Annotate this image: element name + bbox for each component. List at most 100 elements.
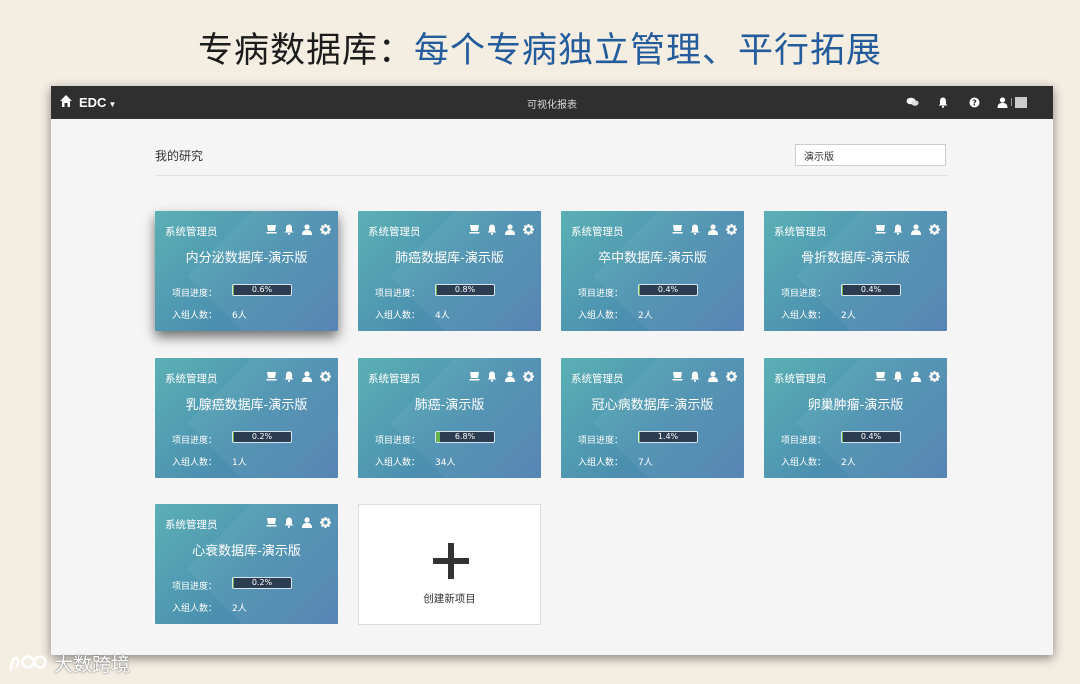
progress-bar: 0.8% xyxy=(435,284,495,296)
user-icon[interactable] xyxy=(504,223,516,235)
card-owner: 系统管理员 xyxy=(165,226,218,238)
progress-value: 0.2% xyxy=(251,578,273,587)
bell-icon[interactable] xyxy=(283,370,295,382)
card-owner: 系统管理员 xyxy=(774,373,827,385)
project-card[interactable]: 系统管理员 骨折数据库-演示版 项目进度： 0.4% 入组人数： 2人 xyxy=(764,211,947,331)
card-title[interactable]: 冠心病数据库-演示版 xyxy=(561,394,744,413)
card-title[interactable]: 卒中数据库-演示版 xyxy=(561,247,744,266)
members-label: 入组人数： xyxy=(781,311,827,321)
project-card[interactable]: 系统管理员 乳腺癌数据库-演示版 项目进度： 0.2% 入组人数： 1人 xyxy=(155,358,338,478)
card-actions xyxy=(468,223,534,235)
gear-icon[interactable] xyxy=(522,223,534,235)
user-icon[interactable] xyxy=(504,370,516,382)
user-icon[interactable] xyxy=(301,370,313,382)
help-icon[interactable]: ? xyxy=(965,95,983,109)
folder-icon[interactable] xyxy=(671,370,683,382)
bell-icon[interactable] xyxy=(689,223,701,235)
project-card[interactable]: 系统管理员 肺癌数据库-演示版 项目进度： 0.8% 入组人数： 4人 xyxy=(358,211,541,331)
folder-icon[interactable] xyxy=(874,370,886,382)
bell-icon[interactable] xyxy=(892,223,904,235)
card-owner: 系统管理员 xyxy=(571,226,624,238)
members-value: 7人 xyxy=(638,458,653,468)
card-title[interactable]: 卵巢肿瘤-演示版 xyxy=(764,394,947,413)
progress-label: 项目进度： xyxy=(578,289,624,299)
nav-icons: ? xyxy=(903,95,1028,109)
members-label: 入组人数： xyxy=(578,311,624,321)
gear-icon[interactable] xyxy=(928,223,940,235)
user-icon[interactable] xyxy=(910,370,922,382)
project-card[interactable]: 系统管理员 卵巢肿瘤-演示版 项目进度： 0.4% 入组人数： 2人 xyxy=(764,358,947,478)
bell-icon[interactable] xyxy=(283,516,295,528)
progress-value: 0.4% xyxy=(860,432,882,441)
members-value: 2人 xyxy=(841,458,856,468)
progress-label: 项目进度： xyxy=(375,436,421,446)
user-icon[interactable] xyxy=(910,223,922,235)
progress-bar: 1.4% xyxy=(638,431,698,443)
folder-icon[interactable] xyxy=(671,223,683,235)
card-title[interactable]: 乳腺癌数据库-演示版 xyxy=(155,394,338,413)
user-icon[interactable] xyxy=(301,223,313,235)
members-label: 入组人数： xyxy=(172,458,218,468)
members-value: 34人 xyxy=(435,458,456,468)
folder-icon[interactable] xyxy=(265,223,277,235)
comments-icon[interactable] xyxy=(903,95,921,109)
members-label: 入组人数： xyxy=(781,458,827,468)
gear-icon[interactable] xyxy=(319,516,331,528)
members-value: 2人 xyxy=(638,311,653,321)
card-owner: 系统管理员 xyxy=(165,519,218,531)
gear-icon[interactable] xyxy=(725,223,737,235)
gear-icon[interactable] xyxy=(319,370,331,382)
card-owner: 系统管理员 xyxy=(165,373,218,385)
section-title: 我的研究 xyxy=(155,149,204,163)
card-title[interactable]: 内分泌数据库-演示版 xyxy=(155,247,338,266)
bell-icon[interactable] xyxy=(689,370,701,382)
search-input[interactable] xyxy=(795,144,946,166)
bell-icon[interactable] xyxy=(934,95,952,109)
card-owner: 系统管理员 xyxy=(368,373,421,385)
card-actions xyxy=(874,223,940,235)
top-navbar: EDC ▼ 可视化报表 ? xyxy=(51,86,1053,119)
progress-label: 项目进度： xyxy=(578,436,624,446)
slide-title-main: 专病数据库： xyxy=(197,31,414,71)
folder-icon[interactable] xyxy=(468,223,480,235)
user-icon[interactable] xyxy=(707,223,719,235)
folder-icon[interactable] xyxy=(874,223,886,235)
bell-icon[interactable] xyxy=(486,370,498,382)
project-card[interactable]: 系统管理员 内分泌数据库-演示版 项目进度： 0.6% 入组人数： 6人 xyxy=(155,211,338,331)
progress-value: 0.4% xyxy=(657,285,679,294)
bell-icon[interactable] xyxy=(892,370,904,382)
members-label: 入组人数： xyxy=(172,604,218,614)
progress-label: 项目进度： xyxy=(172,582,218,592)
folder-icon[interactable] xyxy=(468,370,480,382)
folder-icon[interactable] xyxy=(265,370,277,382)
bell-icon[interactable] xyxy=(283,223,295,235)
card-actions xyxy=(468,370,534,382)
card-owner: 系统管理员 xyxy=(571,373,624,385)
card-title[interactable]: 肺癌-演示版 xyxy=(358,394,541,413)
user-icon[interactable] xyxy=(301,516,313,528)
gear-icon[interactable] xyxy=(725,370,737,382)
members-value: 2人 xyxy=(232,604,247,614)
user-menu[interactable] xyxy=(996,95,1028,109)
card-title[interactable]: 心衰数据库-演示版 xyxy=(155,540,338,559)
bell-icon[interactable] xyxy=(486,223,498,235)
user-icon[interactable] xyxy=(707,370,719,382)
folder-icon[interactable] xyxy=(265,516,277,528)
project-card[interactable]: 系统管理员 卒中数据库-演示版 项目进度： 0.4% 入组人数： 2人 xyxy=(561,211,744,331)
card-title[interactable]: 骨折数据库-演示版 xyxy=(764,247,947,266)
gear-icon[interactable] xyxy=(522,370,534,382)
project-card[interactable]: 系统管理员 肺癌-演示版 项目进度： 6.8% 入组人数： 34人 xyxy=(358,358,541,478)
divider xyxy=(155,175,948,176)
gear-icon[interactable] xyxy=(928,370,940,382)
card-title[interactable]: 肺癌数据库-演示版 xyxy=(358,247,541,266)
watermark-logo-icon xyxy=(9,654,47,671)
watermark-text: 大数跨境 xyxy=(54,654,131,676)
slide-title-highlight: 每个专病独立管理、平行拓展 xyxy=(414,31,883,71)
create-project-button[interactable]: 创建新项目 xyxy=(358,504,541,625)
project-card[interactable]: 系统管理员 冠心病数据库-演示版 项目进度： 1.4% 入组人数： 7人 xyxy=(561,358,744,478)
progress-value: 0.4% xyxy=(860,285,882,294)
members-value: 6人 xyxy=(232,311,247,321)
gear-icon[interactable] xyxy=(319,223,331,235)
members-value: 1人 xyxy=(232,458,247,468)
project-card[interactable]: 系统管理员 心衰数据库-演示版 项目进度： 0.2% 入组人数： 2人 xyxy=(155,504,338,624)
